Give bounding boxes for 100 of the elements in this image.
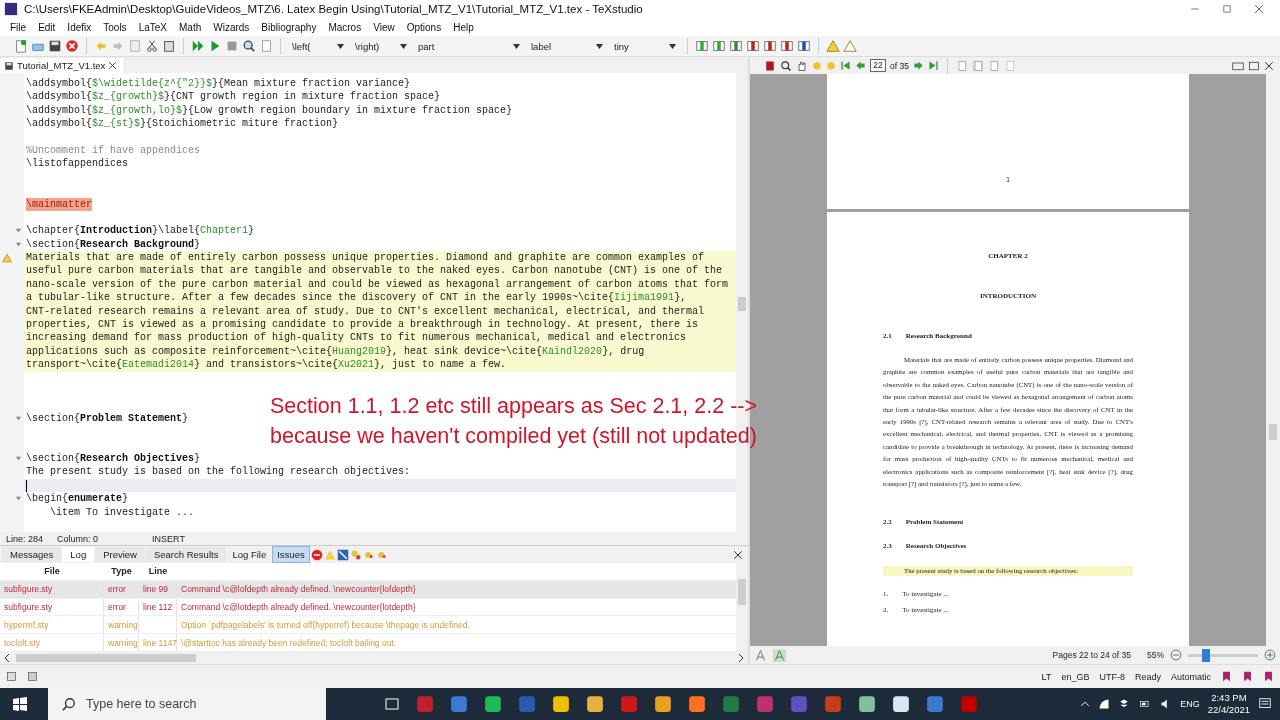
window-icon[interactable]	[1232, 59, 1244, 72]
previous-page-icon[interactable]	[855, 60, 866, 71]
double-play-icon[interactable]	[191, 39, 205, 53]
dropdown[interactable]: \left(	[288, 40, 348, 52]
column-header[interactable]: Line	[139, 566, 177, 577]
stop-sign-icon[interactable]	[310, 548, 323, 561]
panel-tab[interactable]: Log	[62, 547, 95, 562]
app-icon[interactable]	[858, 695, 876, 713]
filter-button[interactable]: Issues	[272, 546, 310, 563]
page-number-field[interactable]: 22	[870, 59, 886, 72]
bookmark-icon[interactable]	[1263, 671, 1274, 682]
panel-icon[interactable]	[27, 671, 38, 682]
scroll-right-icon[interactable]	[738, 654, 744, 662]
fold-icon[interactable]	[15, 455, 22, 463]
table-icon[interactable]	[695, 39, 709, 53]
close-icon[interactable]	[1254, 4, 1264, 14]
slider-thumb[interactable]	[1201, 648, 1210, 662]
warning-icon[interactable]	[843, 39, 857, 53]
app-icon[interactable]	[892, 695, 910, 713]
app-icon[interactable]	[654, 695, 672, 713]
table-icon[interactable]	[797, 39, 811, 53]
menu-item[interactable]: File	[4, 21, 33, 33]
menu-item[interactable]: Math	[173, 21, 208, 33]
status-item[interactable]: Automatic	[1170, 671, 1211, 682]
column-header[interactable]: File	[0, 566, 104, 577]
menu-item[interactable]: Macros	[322, 21, 368, 33]
scissors-icon[interactable]	[145, 39, 159, 53]
search-icon[interactable]	[242, 39, 256, 53]
panel-icon[interactable]	[6, 671, 17, 682]
chevron-up-icon[interactable]	[1080, 699, 1091, 709]
close-icon[interactable]	[108, 61, 118, 70]
menu-item[interactable]: Wizards	[207, 21, 256, 33]
table-icon[interactable]	[729, 39, 743, 53]
column-header[interactable]: Type	[104, 566, 139, 577]
panel-tab[interactable]: Messages	[2, 547, 62, 562]
font-icon[interactable]	[773, 648, 786, 662]
dropdown[interactable]: \right)	[351, 40, 411, 52]
status-item[interactable]: en_GB	[1061, 671, 1090, 682]
zoom-in-icon[interactable]	[1264, 649, 1276, 661]
fold-icon[interactable]	[15, 414, 22, 422]
close-icon[interactable]	[65, 39, 79, 53]
status-item[interactable]: Ready	[1134, 671, 1161, 682]
page-icon[interactable]	[955, 59, 968, 72]
editor-tab[interactable]: Tutorial_MTZ_V1.tex	[0, 58, 124, 73]
close-icon[interactable]	[733, 549, 743, 560]
dropdown[interactable]: tiny	[610, 40, 680, 52]
menu-item[interactable]: LaTeX	[132, 21, 173, 33]
language-indicator[interactable]: ENG	[1180, 699, 1200, 709]
wifi-icon[interactable]	[1098, 698, 1111, 710]
maximize-icon[interactable]	[1248, 59, 1260, 72]
warning-icon[interactable]	[826, 39, 840, 53]
menu-item[interactable]: Bibliography	[255, 21, 323, 33]
menu-item[interactable]: Tools	[97, 21, 133, 33]
panel-tab[interactable]: Preview	[95, 547, 145, 562]
close-icon[interactable]	[1264, 60, 1274, 71]
clipboard-icon[interactable]	[162, 39, 176, 53]
new-file-icon[interactable]	[14, 39, 28, 53]
bookmark-icon[interactable]	[1242, 671, 1253, 682]
table-icon[interactable]	[763, 39, 777, 53]
page-icon[interactable]	[971, 59, 984, 72]
fold-icon[interactable]	[15, 495, 22, 503]
last-page-icon[interactable]	[927, 60, 939, 71]
clock[interactable]: 2:43 PM 22/4/2021	[1207, 692, 1250, 716]
hand-icon[interactable]	[796, 59, 808, 72]
scroll-left-icon[interactable]	[4, 654, 10, 662]
font-icon[interactable]	[754, 648, 767, 662]
zoom-out-icon[interactable]	[1170, 649, 1182, 661]
badbox-icon[interactable]	[336, 548, 349, 561]
dropdown[interactable]: part	[414, 40, 524, 52]
app-icon[interactable]	[688, 695, 706, 713]
app-icon[interactable]	[552, 695, 570, 713]
search-icon[interactable]	[780, 59, 792, 72]
windows-icon[interactable]	[12, 696, 28, 712]
first-page-icon[interactable]	[840, 60, 851, 71]
notification-icon[interactable]	[1258, 697, 1272, 711]
task-view-icon[interactable]	[384, 696, 400, 712]
bookmark-icon[interactable]	[349, 548, 362, 561]
app-icon[interactable]	[484, 695, 502, 713]
book-icon[interactable]	[764, 59, 776, 72]
status-item[interactable]: UTF-8	[1099, 671, 1125, 682]
search-field[interactable]: Type here to search	[48, 688, 326, 720]
table-icon[interactable]	[746, 39, 760, 53]
filter-button[interactable]: Log File	[227, 546, 272, 563]
menu-item[interactable]: View	[367, 21, 401, 33]
table-icon[interactable]	[780, 39, 794, 53]
menu-item[interactable]: Help	[447, 21, 480, 33]
next-page-icon[interactable]	[912, 60, 924, 71]
save-icon[interactable]	[48, 39, 62, 53]
app-icon[interactable]	[586, 695, 604, 713]
bookmark-icon[interactable]	[1221, 671, 1232, 682]
table-icon[interactable]	[712, 39, 726, 53]
menu-item[interactable]: Idefix	[61, 21, 98, 33]
page-icon[interactable]	[987, 59, 1000, 72]
zoom-dropdown[interactable]: 55%	[1147, 650, 1164, 660]
panel-tab[interactable]: Search Results	[145, 547, 227, 562]
dropdown[interactable]: label	[527, 40, 607, 52]
menu-item[interactable]: Options	[400, 21, 448, 33]
menu-item[interactable]: Edit	[32, 21, 62, 33]
maximize-icon[interactable]	[1222, 4, 1232, 14]
status-item[interactable]: LT	[1041, 671, 1052, 682]
